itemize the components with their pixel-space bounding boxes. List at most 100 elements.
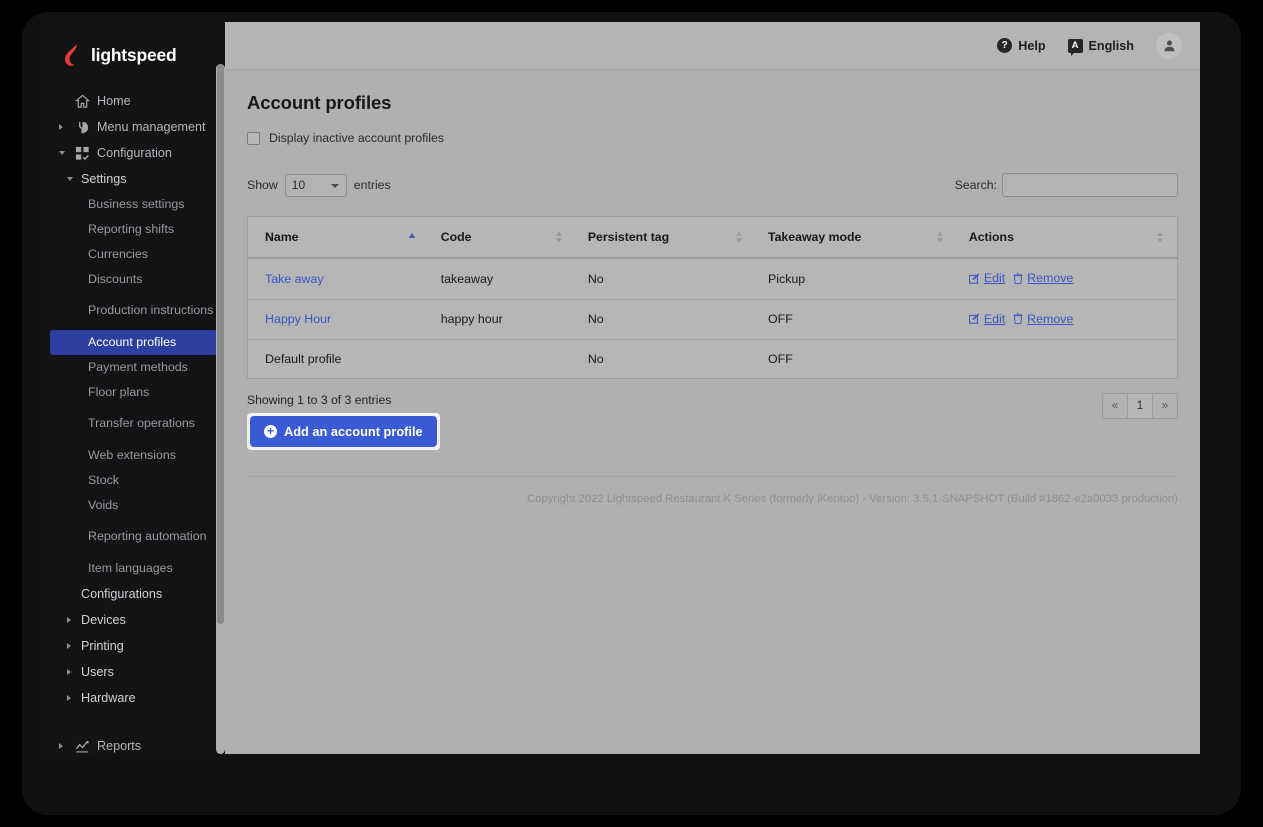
sidebar-item-business-settings[interactable]: Business settings (42, 192, 225, 217)
sidebar-item-voids[interactable]: Voids (42, 493, 225, 518)
search-input[interactable] (1002, 173, 1178, 197)
sidebar-item-payment-methods[interactable]: Payment methods (42, 355, 225, 380)
sidebar-item-devices[interactable]: Devices (42, 607, 225, 633)
cell-code: takeaway (428, 258, 576, 300)
sidebar-item-transfer-operations[interactable]: Transfer operations (42, 405, 225, 443)
sort-neutral-icon (1157, 231, 1163, 243)
table-header-row: Name Code Persistent tag Takeaway mode Actio… (246, 216, 1178, 259)
page-size-select[interactable]: 10 (284, 173, 347, 197)
caret-down-icon (59, 151, 65, 155)
question-circle-icon: ? (997, 38, 1013, 53)
pagination-next[interactable]: » (1152, 393, 1178, 419)
pagination-page-1[interactable]: 1 (1127, 393, 1153, 419)
search-label: Search: (954, 178, 997, 192)
screenshot-root: lightspeed Home Menu management Configurat… (0, 0, 1263, 827)
edit-action[interactable]: Edit (968, 271, 1005, 285)
profile-name-link[interactable]: Take away (265, 272, 324, 286)
display-inactive-row[interactable]: Display inactive account profiles (247, 131, 1178, 145)
sidebar-item-currencies[interactable]: Currencies (42, 242, 225, 267)
add-account-profile-label: Add an account profile (284, 424, 423, 439)
column-header-persistent-tag[interactable]: Persistent tag (575, 216, 756, 259)
caret-right-icon (59, 124, 63, 130)
column-header-name[interactable]: Name (246, 216, 429, 259)
help-label: Help (1018, 38, 1046, 53)
caret-right-icon (67, 669, 71, 675)
column-header-code[interactable]: Code (428, 216, 576, 259)
sidebar-item-stock[interactable]: Stock (42, 468, 225, 493)
profile-name-link[interactable]: Happy Hour (265, 312, 331, 326)
sidebar-item-label: Printing (81, 639, 124, 653)
column-header-label: Actions (968, 230, 1014, 244)
trash-icon (1013, 272, 1023, 284)
sidebar-item-label: Settings (81, 172, 127, 186)
sidebar-item-label: Business settings (88, 196, 185, 211)
sidebar-item-discounts[interactable]: Discounts (42, 267, 225, 292)
table-row: Take away takeaway No Pickup Edit Remove (246, 258, 1178, 300)
pagination-prev[interactable]: « (1102, 393, 1128, 419)
cell-name: Default profile (246, 339, 429, 379)
showing-entries-text: Showing 1 to 3 of 3 entries (247, 393, 392, 407)
sidebar-item-reporting-shifts[interactable]: Reporting shifts (42, 217, 225, 242)
account-profiles-table: Name Code Persistent tag Takeaway mode Actio… (246, 216, 1178, 379)
sidebar-scrollbar-track[interactable] (216, 64, 225, 754)
sidebar-item-menu-management[interactable]: Menu management (42, 114, 225, 140)
sidebar-item-home[interactable]: Home (42, 88, 225, 114)
table-footer: Showing 1 to 3 of 3 entries + Add an acc… (247, 393, 1178, 450)
sort-neutral-icon (735, 231, 742, 243)
sidebar-item-users[interactable]: Users (42, 659, 225, 685)
remove-action[interactable]: Remove (1013, 312, 1073, 326)
sidebar-item-settings[interactable]: Settings (42, 166, 225, 192)
column-header-label: Takeaway mode (767, 230, 862, 244)
edit-action[interactable]: Edit (968, 312, 1005, 326)
copyright-text: Copyright 2022 Lightspeed Restaurant K S… (247, 476, 1178, 505)
configuration-grid-icon (74, 145, 90, 161)
sidebar-item-reporting-automation[interactable]: Reporting automation (42, 518, 225, 556)
sidebar-item-label: Users (81, 665, 114, 679)
sidebar-item-label: Floor plans (88, 384, 150, 399)
sidebar-item-floor-plans[interactable]: Floor plans (42, 380, 225, 405)
remove-action[interactable]: Remove (1013, 271, 1073, 285)
sort-ascending-icon (408, 233, 415, 238)
sidebar-item-label: Account profiles (88, 334, 177, 349)
caret-right-icon (59, 743, 63, 749)
sidebar-scrollbar-thumb[interactable] (217, 64, 224, 624)
display-inactive-checkbox[interactable] (247, 131, 260, 145)
home-icon (74, 93, 90, 109)
brand-name: lightspeed (91, 44, 177, 65)
cell-actions: Edit Remove (956, 299, 1178, 340)
column-header-label: Name (265, 230, 299, 244)
sort-neutral-icon (936, 231, 943, 243)
sidebar-item-item-languages[interactable]: Item languages (42, 556, 225, 581)
sidebar-item-configurations[interactable]: Configurations (42, 581, 225, 607)
add-account-profile-button[interactable]: + Add an account profile (250, 416, 437, 447)
menu-management-icon (74, 119, 90, 135)
cell-actions (956, 339, 1178, 379)
add-button-focus-ring: + Add an account profile (247, 413, 440, 450)
help-button[interactable]: ? Help (997, 38, 1046, 53)
sidebar-item-label: Web extensions (88, 447, 176, 462)
sidebar-item-printing[interactable]: Printing (42, 633, 225, 659)
table-body: Take away takeaway No Pickup Edit Remove Happy… (246, 258, 1178, 379)
caret-down-icon (67, 177, 73, 181)
sidebar-item-label: Production instructions (88, 303, 214, 318)
translate-icon: A (1067, 38, 1083, 56)
sidebar-item-production-instructions[interactable]: Production instructions (42, 292, 225, 330)
sidebar: lightspeed Home Menu management Configurat… (42, 22, 225, 754)
sidebar-item-web-extensions[interactable]: Web extensions (42, 443, 225, 468)
sidebar-item-label: Discounts (88, 271, 143, 286)
sidebar-item-hardware[interactable]: Hardware (42, 685, 225, 711)
table-row: Happy Hour happy hour No OFF Edit Remove (246, 299, 1178, 340)
cell-code (428, 339, 576, 379)
sidebar-item-configuration[interactable]: Configuration (42, 140, 225, 166)
column-header-label: Persistent tag (587, 230, 670, 244)
language-selector[interactable]: A English (1067, 38, 1134, 56)
column-header-takeaway-mode[interactable]: Takeaway mode (755, 216, 957, 259)
user-avatar[interactable] (1156, 32, 1182, 59)
sidebar-item-reports[interactable]: Reports (42, 733, 225, 754)
cell-actions: Edit Remove (956, 258, 1178, 300)
cell-code: happy hour (428, 299, 576, 340)
sidebar-item-account-profiles[interactable]: Account profiles (50, 330, 217, 355)
brand-logo[interactable]: lightspeed (42, 22, 225, 66)
column-header-actions[interactable]: Actions (956, 216, 1178, 259)
